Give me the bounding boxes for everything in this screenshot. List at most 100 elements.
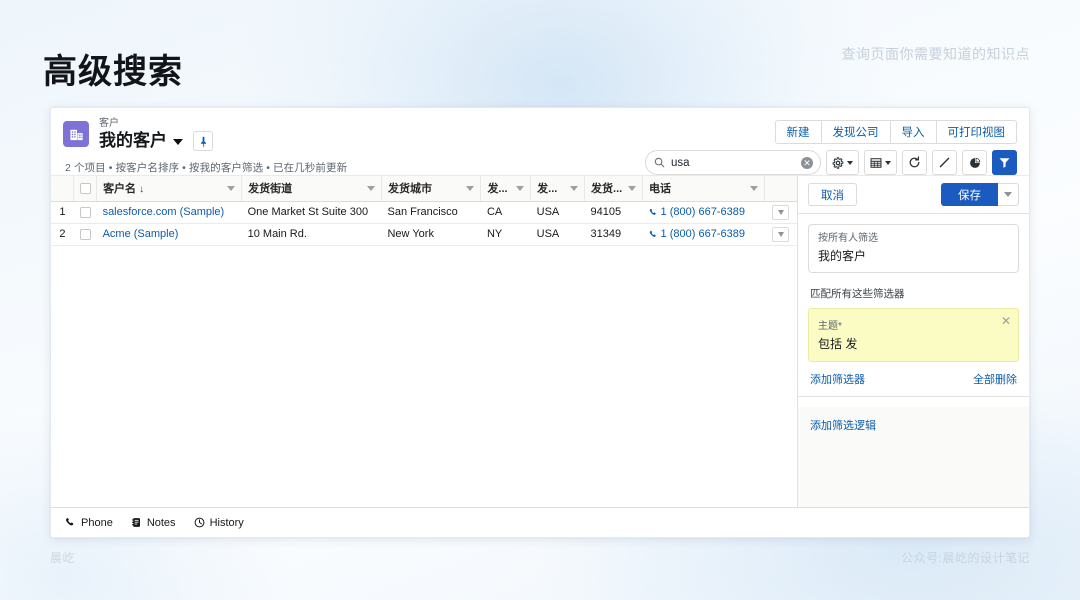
display-as-button[interactable] bbox=[864, 150, 897, 175]
printable-view-button[interactable]: 可打印视图 bbox=[935, 120, 1017, 144]
column-menu-chevron-down-icon[interactable] bbox=[466, 185, 475, 191]
record-link[interactable]: Acme (Sample) bbox=[103, 228, 179, 240]
object-kind-label: 客户 bbox=[99, 118, 119, 129]
column-header-city[interactable]: 发货城市 bbox=[381, 176, 482, 202]
column-header-country[interactable]: 发... bbox=[530, 176, 586, 202]
column-label-city: 发货城市 bbox=[387, 183, 432, 196]
add-filter-link[interactable]: 添加筛选器 bbox=[810, 371, 865, 387]
filter-icon bbox=[999, 158, 1010, 168]
cell-country: USA bbox=[530, 223, 585, 246]
cell-state: CA bbox=[480, 201, 531, 224]
match-all-label: 匹配所有这些筛选器 bbox=[810, 288, 905, 300]
list-header: 客户 我的客户 2 个项目 • 按客户名排序 • 按我的客户筛选 • 已在几秒前… bbox=[51, 108, 1029, 175]
cell-city: New York bbox=[381, 223, 481, 246]
list-body: 客户名 ↓ 发货街道 发货城市 发... 发... 发货... 电话 1 sal… bbox=[51, 175, 1029, 507]
column-header-zip[interactable]: 发货... bbox=[584, 176, 644, 202]
cell-phone[interactable]: 1 (800) 667-6389 bbox=[642, 201, 765, 224]
remove-all-link[interactable]: 全部删除 bbox=[973, 371, 1017, 387]
row-number: 1 bbox=[51, 201, 74, 224]
find-company-button[interactable]: 发现公司 bbox=[820, 120, 890, 144]
filter-scope-value: 我的客户 bbox=[818, 249, 867, 263]
pie-chart-icon bbox=[969, 157, 980, 168]
column-menu-chevron-down-icon[interactable] bbox=[570, 185, 579, 191]
utility-item-history[interactable]: History bbox=[194, 517, 244, 529]
pin-list-button[interactable] bbox=[193, 131, 213, 151]
row-menu-button[interactable] bbox=[772, 204, 790, 220]
cell-city: San Francisco bbox=[381, 201, 481, 224]
column-menu-chevron-down-icon[interactable] bbox=[628, 185, 637, 191]
table-icon bbox=[870, 157, 882, 168]
edit-button[interactable] bbox=[932, 150, 957, 175]
column-header-street[interactable]: 发货街道 bbox=[241, 176, 382, 202]
watermark-left: 晨屹 bbox=[50, 551, 76, 565]
filter-panel-actions: 取消 保存 bbox=[798, 176, 1029, 214]
row-select-cell[interactable] bbox=[73, 223, 97, 246]
clock-icon bbox=[194, 517, 204, 528]
add-filter-logic-link[interactable]: 添加筛选逻辑 bbox=[810, 420, 876, 432]
account-object-icon bbox=[63, 121, 89, 147]
column-menu-chevron-down-icon[interactable] bbox=[516, 185, 525, 191]
notes-icon bbox=[131, 518, 140, 527]
row-actions-cell[interactable] bbox=[764, 223, 797, 246]
cell-name[interactable]: Acme (Sample) bbox=[96, 223, 242, 246]
page-title: 高级搜索 bbox=[43, 53, 183, 91]
column-menu-chevron-down-icon[interactable] bbox=[366, 185, 375, 191]
refresh-icon bbox=[909, 156, 920, 168]
new-button[interactable]: 新建 bbox=[774, 120, 821, 144]
search-input[interactable]: usa ✕ bbox=[645, 150, 821, 175]
phone-icon bbox=[66, 518, 74, 526]
filter-scope-card[interactable]: 按所有人筛选 我的客户 bbox=[808, 224, 1019, 273]
cell-zip: 31349 bbox=[584, 223, 643, 246]
filter-divider bbox=[798, 396, 1029, 397]
search-input-value: usa bbox=[671, 156, 690, 169]
import-button[interactable]: 导入 bbox=[889, 120, 936, 144]
cell-street: 10 Main Rd. bbox=[241, 223, 382, 246]
remove-filter-icon[interactable]: ✕ bbox=[1001, 315, 1011, 327]
row-actions-cell[interactable] bbox=[764, 201, 797, 224]
records-table: 客户名 ↓ 发货街道 发货城市 发... 发... 发货... 电话 1 sal… bbox=[51, 176, 797, 246]
select-all-header[interactable] bbox=[73, 176, 98, 202]
column-header-phone[interactable]: 电话 bbox=[642, 176, 766, 202]
sort-descending-icon: ↓ bbox=[139, 184, 145, 196]
table-row[interactable]: 2 Acme (Sample) 10 Main Rd. New York NY … bbox=[51, 223, 797, 246]
cancel-button[interactable]: 取消 bbox=[808, 183, 857, 206]
column-menu-chevron-down-icon[interactable] bbox=[750, 185, 759, 191]
list-view-chevron-down-icon[interactable] bbox=[173, 139, 183, 145]
utility-bar: Phone Notes History bbox=[51, 507, 1029, 537]
table-row[interactable]: 1 salesforce.com (Sample) One Market St … bbox=[51, 201, 797, 224]
records-table-wrap: 客户名 ↓ 发货街道 发货城市 发... 发... 发货... 电话 1 sal… bbox=[51, 176, 797, 507]
column-label-phone: 电话 bbox=[649, 183, 672, 196]
save-button[interactable]: 保存 bbox=[941, 183, 998, 206]
column-label-state: 发... bbox=[487, 183, 508, 196]
row-number: 2 bbox=[51, 223, 74, 246]
filter-chip[interactable]: 主题* 包括 发 ✕ bbox=[808, 308, 1019, 362]
utility-label-phone: Phone bbox=[81, 516, 113, 529]
cell-state: NY bbox=[480, 223, 531, 246]
row-checkbox[interactable] bbox=[79, 228, 91, 240]
row-select-cell[interactable] bbox=[73, 201, 97, 224]
filter-panel-spacer bbox=[798, 443, 1029, 507]
chart-button[interactable] bbox=[962, 150, 987, 175]
column-menu-chevron-down-icon[interactable] bbox=[227, 185, 236, 191]
search-icon bbox=[654, 157, 665, 168]
utility-item-notes[interactable]: Notes bbox=[131, 517, 176, 529]
column-header-state[interactable]: 发... bbox=[480, 176, 532, 202]
select-all-checkbox[interactable] bbox=[80, 182, 92, 194]
clear-search-icon[interactable]: ✕ bbox=[801, 156, 813, 169]
pencil-icon bbox=[939, 157, 950, 168]
record-link[interactable]: salesforce.com (Sample) bbox=[103, 206, 225, 218]
table-empty-space bbox=[51, 245, 797, 507]
column-header-name[interactable]: 客户名 ↓ bbox=[96, 176, 243, 202]
cell-phone[interactable]: 1 (800) 667-6389 bbox=[642, 223, 765, 246]
list-settings-button[interactable] bbox=[826, 150, 859, 175]
filter-chip-condition: 包括 发 bbox=[818, 337, 858, 351]
chevron-down-icon bbox=[777, 231, 784, 237]
row-checkbox[interactable] bbox=[79, 206, 91, 218]
save-options-button[interactable] bbox=[998, 183, 1019, 206]
cell-name[interactable]: salesforce.com (Sample) bbox=[96, 201, 242, 224]
phone-icon bbox=[649, 208, 656, 215]
refresh-button[interactable] bbox=[902, 150, 927, 175]
row-menu-button[interactable] bbox=[772, 226, 790, 242]
filter-button[interactable] bbox=[992, 150, 1017, 175]
utility-item-phone[interactable]: Phone bbox=[65, 517, 113, 529]
